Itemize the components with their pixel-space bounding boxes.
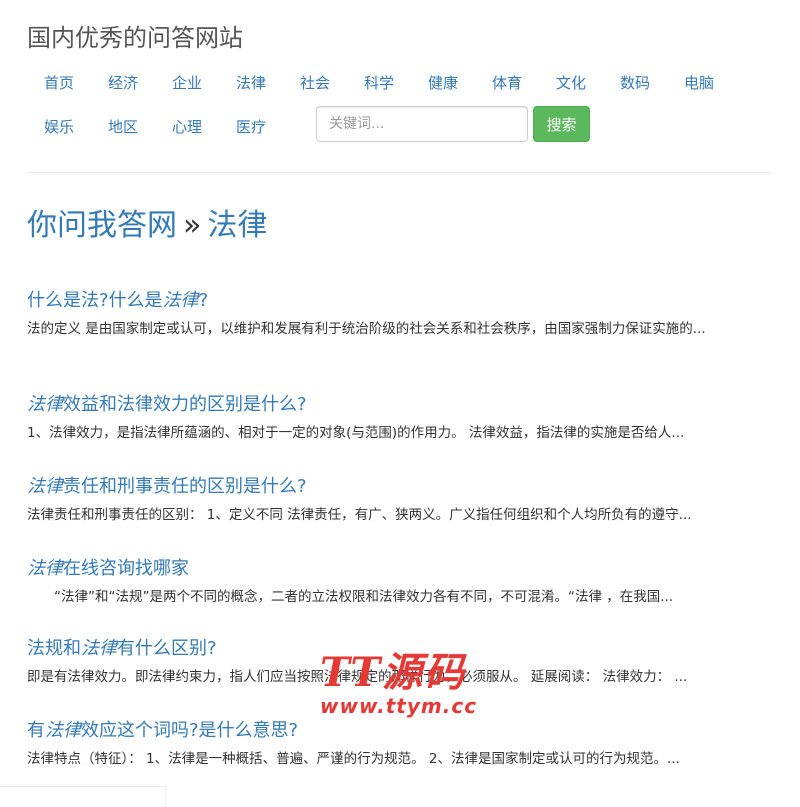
nav-link[interactable]: 经济 (91, 72, 155, 93)
question-title-suffix: 有什么区别? (117, 638, 217, 659)
nav-link[interactable]: 电脑 (667, 72, 731, 93)
question-title-keyword: 法律 (81, 638, 117, 659)
search-input[interactable] (316, 106, 528, 142)
question-item: 法律效益和法律效力的区别是什么? 1、法律效力，是指法律所蕴涵的、相对于一定的对象… (27, 392, 762, 444)
question-title[interactable]: 法规和法律有什么区别? (27, 636, 762, 662)
nav-link[interactable]: 体育 (475, 72, 539, 93)
question-item: 法律责任和刑事责任的区别是什么? 法律责任和刑事责任的区别： 1、定义不同 法律责… (27, 474, 762, 526)
question-title-keyword: 法律 (27, 476, 63, 497)
question-excerpt: 1、法律效力，是指法律所蕴涵的、相对于一定的对象(与范围)的作用力。 法律效益，… (27, 425, 685, 441)
question-title-keyword: 法律 (27, 394, 63, 415)
nav-link[interactable]: 首页 (27, 72, 91, 93)
question-title[interactable]: 法律责任和刑事责任的区别是什么? (27, 474, 762, 500)
question-title-keyword: 法律 (162, 290, 199, 311)
question-title[interactable]: 有法律效应这个词吗?是什么意思? (27, 718, 762, 744)
nav-link[interactable]: 娱乐 (27, 116, 91, 137)
search-button[interactable]: 搜索 (533, 106, 590, 142)
footer-edge (0, 786, 166, 807)
nav-link[interactable]: 数码 (603, 72, 667, 93)
question-title-suffix: ? (198, 290, 209, 311)
question-title-suffix: 效应这个词吗?是什么意思? (81, 720, 299, 741)
nav-link[interactable]: 社会 (283, 72, 347, 93)
question-item: 法律在线咨询找哪家 “法律”和“法规”是两个不同的概念，二者的立法权限和法律效力… (27, 556, 762, 608)
question-excerpt: 即是有法律效力。即法律约束力，指人们应当按照法律规定的那样行为，必须服从。 延展… (27, 669, 688, 685)
breadcrumb-site[interactable]: 你问我答网 (27, 208, 177, 243)
breadcrumb-separator: » (183, 208, 202, 243)
search-form: 搜索 (316, 106, 590, 142)
question-item: 法规和法律有什么区别? 即是有法律效力。即法律约束力，指人们应当按照法律规定的那样… (27, 636, 762, 688)
question-list: 什么是法?什么是法律? 法的定义 是由国家制定或认可，以维护和发展有利于统治阶级的… (27, 288, 762, 788)
question-title-suffix: 责任和刑事责任的区别是什么? (63, 476, 307, 497)
site-title: 国内优秀的问答网站 (27, 24, 243, 52)
question-title-prefix: 法规和 (27, 638, 81, 659)
question-title[interactable]: 法律效益和法律效力的区别是什么? (27, 392, 762, 418)
question-item: 有法律效应这个词吗?是什么意思? 法律特点（特征）： 1、法律是一种概括、普遍、严… (27, 718, 762, 770)
nav-link[interactable]: 科学 (347, 72, 411, 93)
question-title-suffix: 效益和法律效力的区别是什么? (63, 394, 307, 415)
question-title-suffix: 在线咨询找哪家 (63, 558, 189, 579)
nav-link[interactable]: 法律 (219, 72, 283, 93)
question-excerpt: 法律责任和刑事责任的区别： 1、定义不同 法律责任，有广、狭两义。广义指任何组织… (27, 507, 692, 523)
nav-link[interactable]: 地区 (91, 116, 155, 137)
nav-link[interactable]: 医疗 (219, 116, 283, 137)
question-excerpt: “法律”和“法规”是两个不同的概念，二者的立法权限和法律效力各有不同，不可混淆。… (27, 589, 674, 605)
question-excerpt: 法的定义 是由国家制定或认可，以维护和发展有利于统治阶级的社会关系和社会秩序，由… (27, 321, 706, 337)
question-title-keyword: 法律 (45, 720, 81, 741)
nav-link[interactable]: 企业 (155, 72, 219, 93)
nav-link[interactable]: 心理 (155, 116, 219, 137)
nav-row-1: 首页 经济 企业 法律 社会 科学 健康 体育 文化 数码 电脑 (27, 60, 747, 104)
divider (27, 172, 772, 173)
question-item: 什么是法?什么是法律? 法的定义 是由国家制定或认可，以维护和发展有利于统治阶级的… (27, 288, 762, 340)
question-excerpt: 法律特点（特征）： 1、法律是一种概括、普遍、严谨的行为规范。 2、法律是国家制… (27, 751, 680, 767)
question-title-prefix: 有 (27, 720, 45, 741)
nav-link[interactable]: 健康 (411, 72, 475, 93)
nav-link[interactable]: 文化 (539, 72, 603, 93)
breadcrumb-category[interactable]: 法律 (207, 208, 267, 243)
question-title-keyword: 法律 (27, 558, 63, 579)
question-title[interactable]: 什么是法?什么是法律? (27, 288, 762, 314)
breadcrumb: 你问我答网» 法律 (27, 200, 267, 244)
question-title[interactable]: 法律在线咨询找哪家 (27, 556, 762, 582)
question-title-prefix: 什么是法?什么是 (27, 290, 163, 311)
